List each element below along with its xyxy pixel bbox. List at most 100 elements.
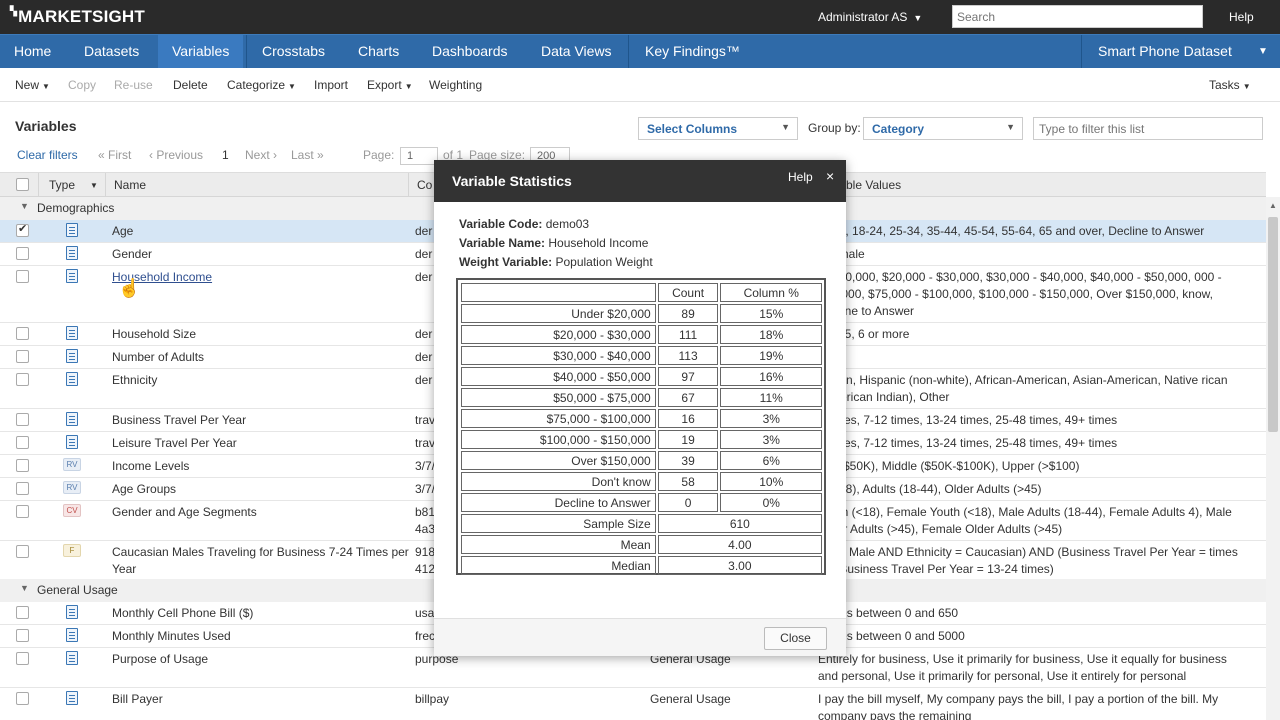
variable-values: , Female <box>818 246 1248 263</box>
variable-name[interactable]: Bill Payer <box>112 691 163 708</box>
nav-charts[interactable]: Charts <box>344 35 413 68</box>
row-checkbox[interactable] <box>16 652 29 665</box>
column-header-type[interactable]: Type <box>49 178 75 192</box>
document-icon <box>66 349 78 363</box>
nav-dashboards[interactable]: Dashboards <box>418 35 522 68</box>
variable-icon <box>66 246 78 260</box>
nav-datasets[interactable]: Datasets <box>70 35 153 68</box>
row-checkbox[interactable] <box>16 270 29 283</box>
variable-code: billpay <box>415 692 450 706</box>
reuse-button[interactable]: Re-use <box>114 78 153 92</box>
top-bar: ▚MARKETSIGHT Administrator AS ▼ Help <box>0 0 1280 34</box>
new-menu[interactable]: New ▼ <box>15 78 50 92</box>
row-checkbox[interactable] <box>16 606 29 619</box>
pager-first[interactable]: « First <box>98 148 131 162</box>
variable-name[interactable]: Monthly Minutes Used <box>112 628 231 645</box>
nav-home[interactable]: Home <box>0 35 65 68</box>
row-checkbox[interactable] <box>16 482 29 495</box>
chevron-down-icon[interactable]: ▼ <box>90 181 98 190</box>
variable-name[interactable]: Household Size <box>112 326 196 343</box>
vertical-scrollbar[interactable]: ▲ <box>1266 197 1280 720</box>
variable-name[interactable]: Business Travel Per Year <box>112 412 246 429</box>
dialog-header: Variable Statistics Help × <box>434 160 846 202</box>
page-label: Page: <box>363 148 395 162</box>
select-all-checkbox[interactable] <box>16 178 29 191</box>
dataset-selector[interactable]: Smart Phone Dataset ▼ <box>1081 35 1280 68</box>
variable-name[interactable]: Ethnicity <box>112 372 157 389</box>
page-number-input[interactable]: 1 <box>400 147 438 165</box>
column-divider <box>38 173 39 197</box>
row-checkbox[interactable] <box>16 692 29 705</box>
variable-code: der <box>415 373 433 387</box>
row-label: $50,000 - $75,000 <box>461 388 656 407</box>
row-checkbox[interactable] <box>16 350 29 363</box>
row-checkbox[interactable] <box>16 629 29 642</box>
delete-button[interactable]: Delete <box>173 78 208 92</box>
nav-data-views[interactable]: Data Views <box>527 35 626 68</box>
document-icon <box>66 223 78 237</box>
chevron-down-icon[interactable]: ▼ <box>20 201 29 211</box>
column-header-code[interactable]: Co <box>417 178 432 192</box>
row-checkbox[interactable] <box>16 327 29 340</box>
row-checkbox[interactable] <box>16 373 29 386</box>
nav-key-findings[interactable]: Key Findings™ <box>631 35 754 68</box>
scrollbar-thumb[interactable] <box>1268 217 1278 432</box>
categorize-menu[interactable]: Categorize ▼ <box>227 78 296 92</box>
row-checkbox[interactable] <box>16 505 29 518</box>
variable-name[interactable]: Age <box>112 223 133 240</box>
variable-code: usa <box>415 606 435 620</box>
row-label: Decline to Answer <box>461 493 656 512</box>
logo-text: MARKETSIGHT <box>18 7 145 26</box>
copy-button[interactable]: Copy <box>68 78 96 92</box>
close-icon[interactable]: × <box>826 168 834 184</box>
column-header-values[interactable]: ble Values <box>846 178 901 192</box>
pager-next[interactable]: Next › <box>245 148 277 162</box>
summary-value: 3.00 <box>657 556 822 575</box>
row-checkbox[interactable] <box>16 545 29 558</box>
clear-filters-link[interactable]: Clear filters <box>17 148 78 162</box>
column-header-name[interactable]: Name <box>114 178 146 192</box>
variable-name[interactable]: Leisure Travel Per Year <box>112 435 237 452</box>
marketsight-logo[interactable]: ▚MARKETSIGHT <box>10 6 145 27</box>
group-by-dropdown[interactable]: Category ▼ <box>863 117 1023 140</box>
help-link[interactable]: Help <box>1229 10 1254 24</box>
import-button[interactable]: Import <box>314 78 348 92</box>
variable-name[interactable]: Age Groups <box>112 481 176 498</box>
variable-name[interactable]: Monthly Cell Phone Bill ($) <box>112 605 253 622</box>
chevron-down-icon[interactable]: ▼ <box>20 583 29 593</box>
weighting-button[interactable]: Weighting <box>429 78 482 92</box>
export-menu[interactable]: Export ▼ <box>367 78 413 92</box>
nav-variables[interactable]: Variables <box>158 35 244 68</box>
variable-name[interactable]: Gender <box>112 246 152 263</box>
variable-code: 3/7/ <box>415 482 436 496</box>
select-columns-dropdown[interactable]: Select Columns ▼ <box>638 117 798 140</box>
tasks-menu[interactable]: Tasks ▼ <box>1209 78 1251 92</box>
row-checkbox[interactable] <box>16 222 29 237</box>
close-button[interactable]: Close <box>764 627 827 650</box>
variable-code: 3/7/ <box>415 459 436 473</box>
pager-last[interactable]: Last » <box>291 148 324 162</box>
variable-icon: RV <box>63 458 81 471</box>
variable-name[interactable]: Income Levels <box>112 458 189 475</box>
row-checkbox[interactable] <box>16 247 29 260</box>
nav-crosstabs[interactable]: Crosstabs <box>248 35 339 68</box>
row-label: $20,000 - $30,000 <box>461 325 656 344</box>
scroll-up-icon[interactable]: ▲ <box>1269 201 1277 210</box>
user-menu[interactable]: Administrator AS ▼ <box>818 10 922 24</box>
variable-name[interactable]: Caucasian Males Traveling for Business 7… <box>112 544 412 578</box>
row-checkbox[interactable] <box>16 413 29 426</box>
variable-code: 918 412 <box>415 545 436 576</box>
variable-name[interactable]: Purpose of Usage <box>112 651 208 668</box>
variable-name[interactable]: Gender and Age Segments <box>112 504 257 521</box>
pager-previous[interactable]: ‹ Previous <box>149 148 203 162</box>
filter-variable-icon: F <box>63 544 81 557</box>
row-checkbox[interactable] <box>16 436 29 449</box>
summary-row: Mean 4.00 <box>461 535 822 554</box>
table-row[interactable]: Bill Payer billpay General Usage I pay t… <box>0 688 1266 720</box>
variable-code: der <box>415 247 433 261</box>
dialog-help-link[interactable]: Help <box>788 170 813 184</box>
variable-name[interactable]: Number of Adults <box>112 349 204 366</box>
filter-input[interactable] <box>1033 117 1263 140</box>
row-checkbox[interactable] <box>16 459 29 472</box>
search-input[interactable] <box>952 5 1203 28</box>
